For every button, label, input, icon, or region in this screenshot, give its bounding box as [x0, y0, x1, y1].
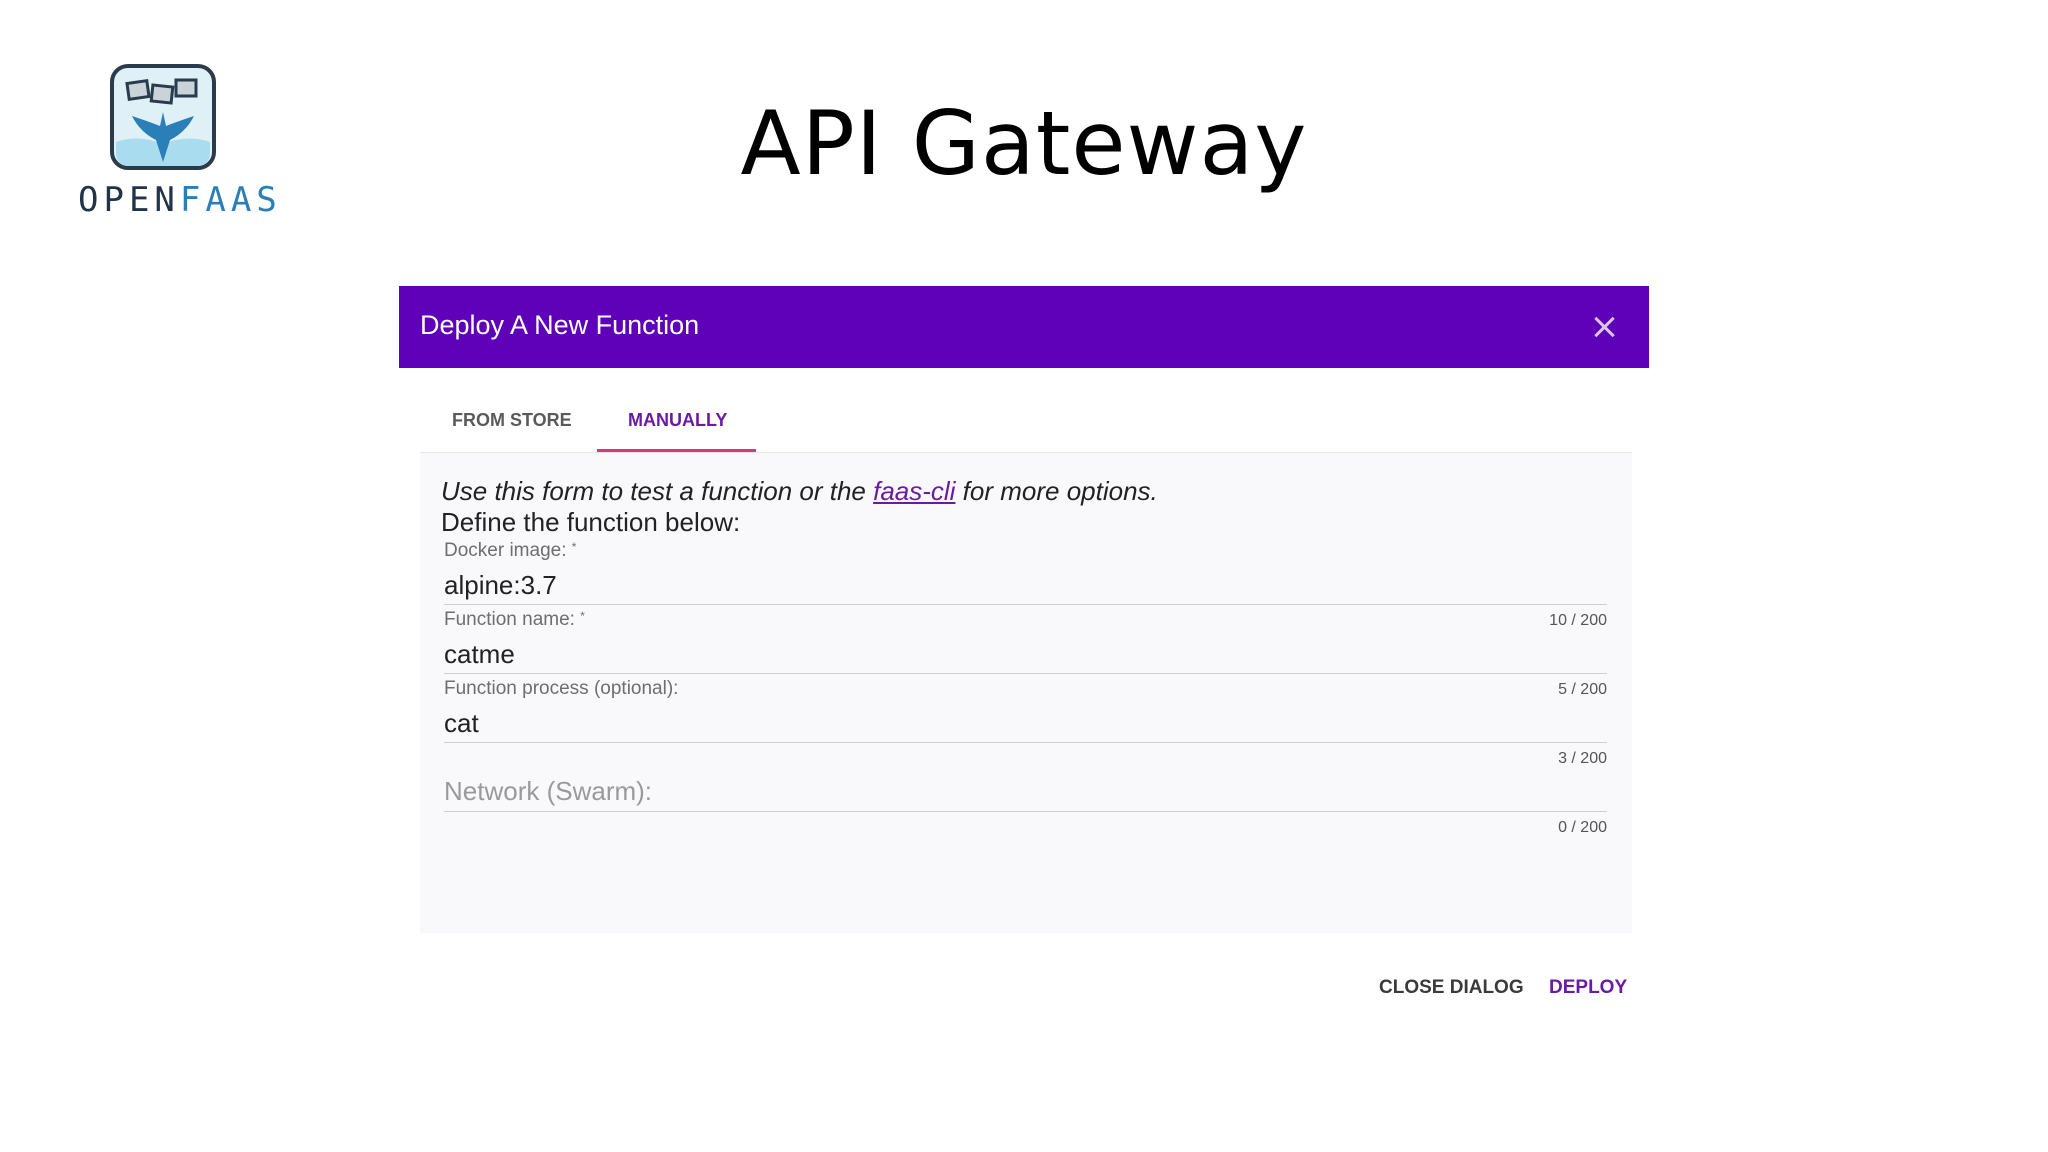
function-name-counter: 5 / 200	[1558, 681, 1607, 698]
function-process-counter: 3 / 200	[1558, 750, 1607, 767]
function-name-label-text: Function name:	[444, 609, 575, 630]
dialog-title: Deploy A New Function	[420, 310, 700, 340]
dialog-header: Deploy A New Function	[399, 286, 1649, 368]
close-dialog-button[interactable]: CLOSE DIALOG	[1379, 977, 1524, 999]
required-marker: *	[571, 540, 577, 554]
required-marker: *	[580, 609, 585, 623]
tab-manually[interactable]: MANUALLY	[628, 410, 727, 431]
docker-image-counter: 10 / 200	[1549, 612, 1607, 629]
close-icon[interactable]	[1589, 312, 1619, 342]
slide-title: API Gateway	[740, 92, 1308, 195]
intro-text-after: for more options.	[955, 476, 1158, 506]
function-process-label: Function process (optional):	[444, 678, 679, 699]
tab-from-store[interactable]: FROM STORE	[452, 410, 572, 431]
intro-text: Use this form to test a function or the …	[441, 476, 1158, 507]
deploy-button[interactable]: DEPLOY	[1549, 977, 1627, 999]
docker-image-input[interactable]	[444, 570, 1604, 601]
network-counter: 0 / 200	[1558, 819, 1607, 836]
docker-image-underline	[444, 604, 1607, 605]
docker-image-label-text: Docker image:	[444, 540, 567, 561]
function-name-label: Function name: *	[444, 609, 585, 631]
network-underline	[444, 811, 1607, 812]
network-input[interactable]	[444, 776, 1604, 807]
function-name-underline	[444, 673, 1607, 674]
define-text: Define the function below:	[441, 507, 741, 537]
faas-cli-link[interactable]: faas-cli	[873, 476, 955, 506]
function-name-input[interactable]	[444, 639, 1604, 670]
function-process-underline	[444, 742, 1607, 743]
docker-image-label: Docker image: *	[444, 540, 576, 562]
function-process-input[interactable]	[444, 708, 1604, 739]
intro-text-before: Use this form to test a function or the	[441, 476, 874, 506]
